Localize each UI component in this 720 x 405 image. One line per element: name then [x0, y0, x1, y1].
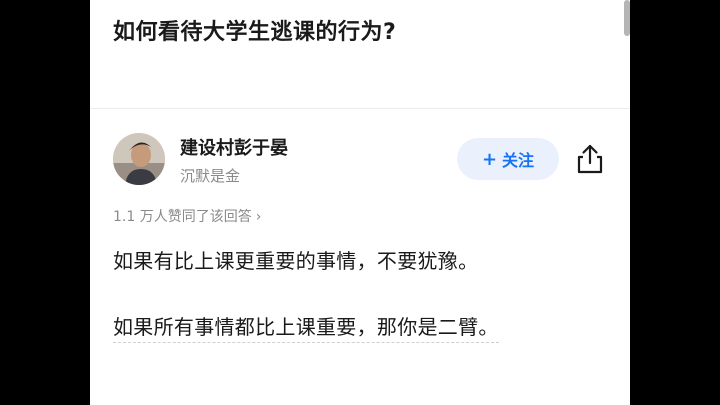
- upvote-summary[interactable]: 1.1 万人赞同了该回答 ›: [113, 206, 261, 226]
- upvote-summary-text: 1.1 万人赞同了该回答: [113, 209, 252, 225]
- answer-line-2: 如果所有事情都比上课重要，那你是二臂。: [113, 311, 499, 343]
- author-tagline: 沉默是金: [180, 167, 241, 185]
- scrollbar[interactable]: [624, 0, 630, 36]
- avatar[interactable]: [113, 133, 165, 185]
- share-icon: [577, 144, 603, 174]
- plus-icon: +: [481, 148, 498, 170]
- chevron-right-icon: ›: [255, 209, 262, 225]
- follow-button[interactable]: + 关注: [457, 138, 559, 180]
- question-title[interactable]: 如何看待大学生逃课的行为?: [113, 14, 396, 46]
- answer-line-1: 如果有比上课更重要的事情，不要犹豫。: [113, 249, 479, 273]
- divider: [90, 108, 630, 109]
- avatar-photo: [113, 133, 165, 185]
- follow-label: 关注: [502, 151, 535, 170]
- author-name[interactable]: 建设村彭于晏: [180, 134, 288, 160]
- share-button[interactable]: [574, 142, 606, 176]
- answer-page: 如何看待大学生逃课的行为? 建设村彭于晏 沉默是金 + 关注 1.1 万人赞同了…: [90, 0, 630, 405]
